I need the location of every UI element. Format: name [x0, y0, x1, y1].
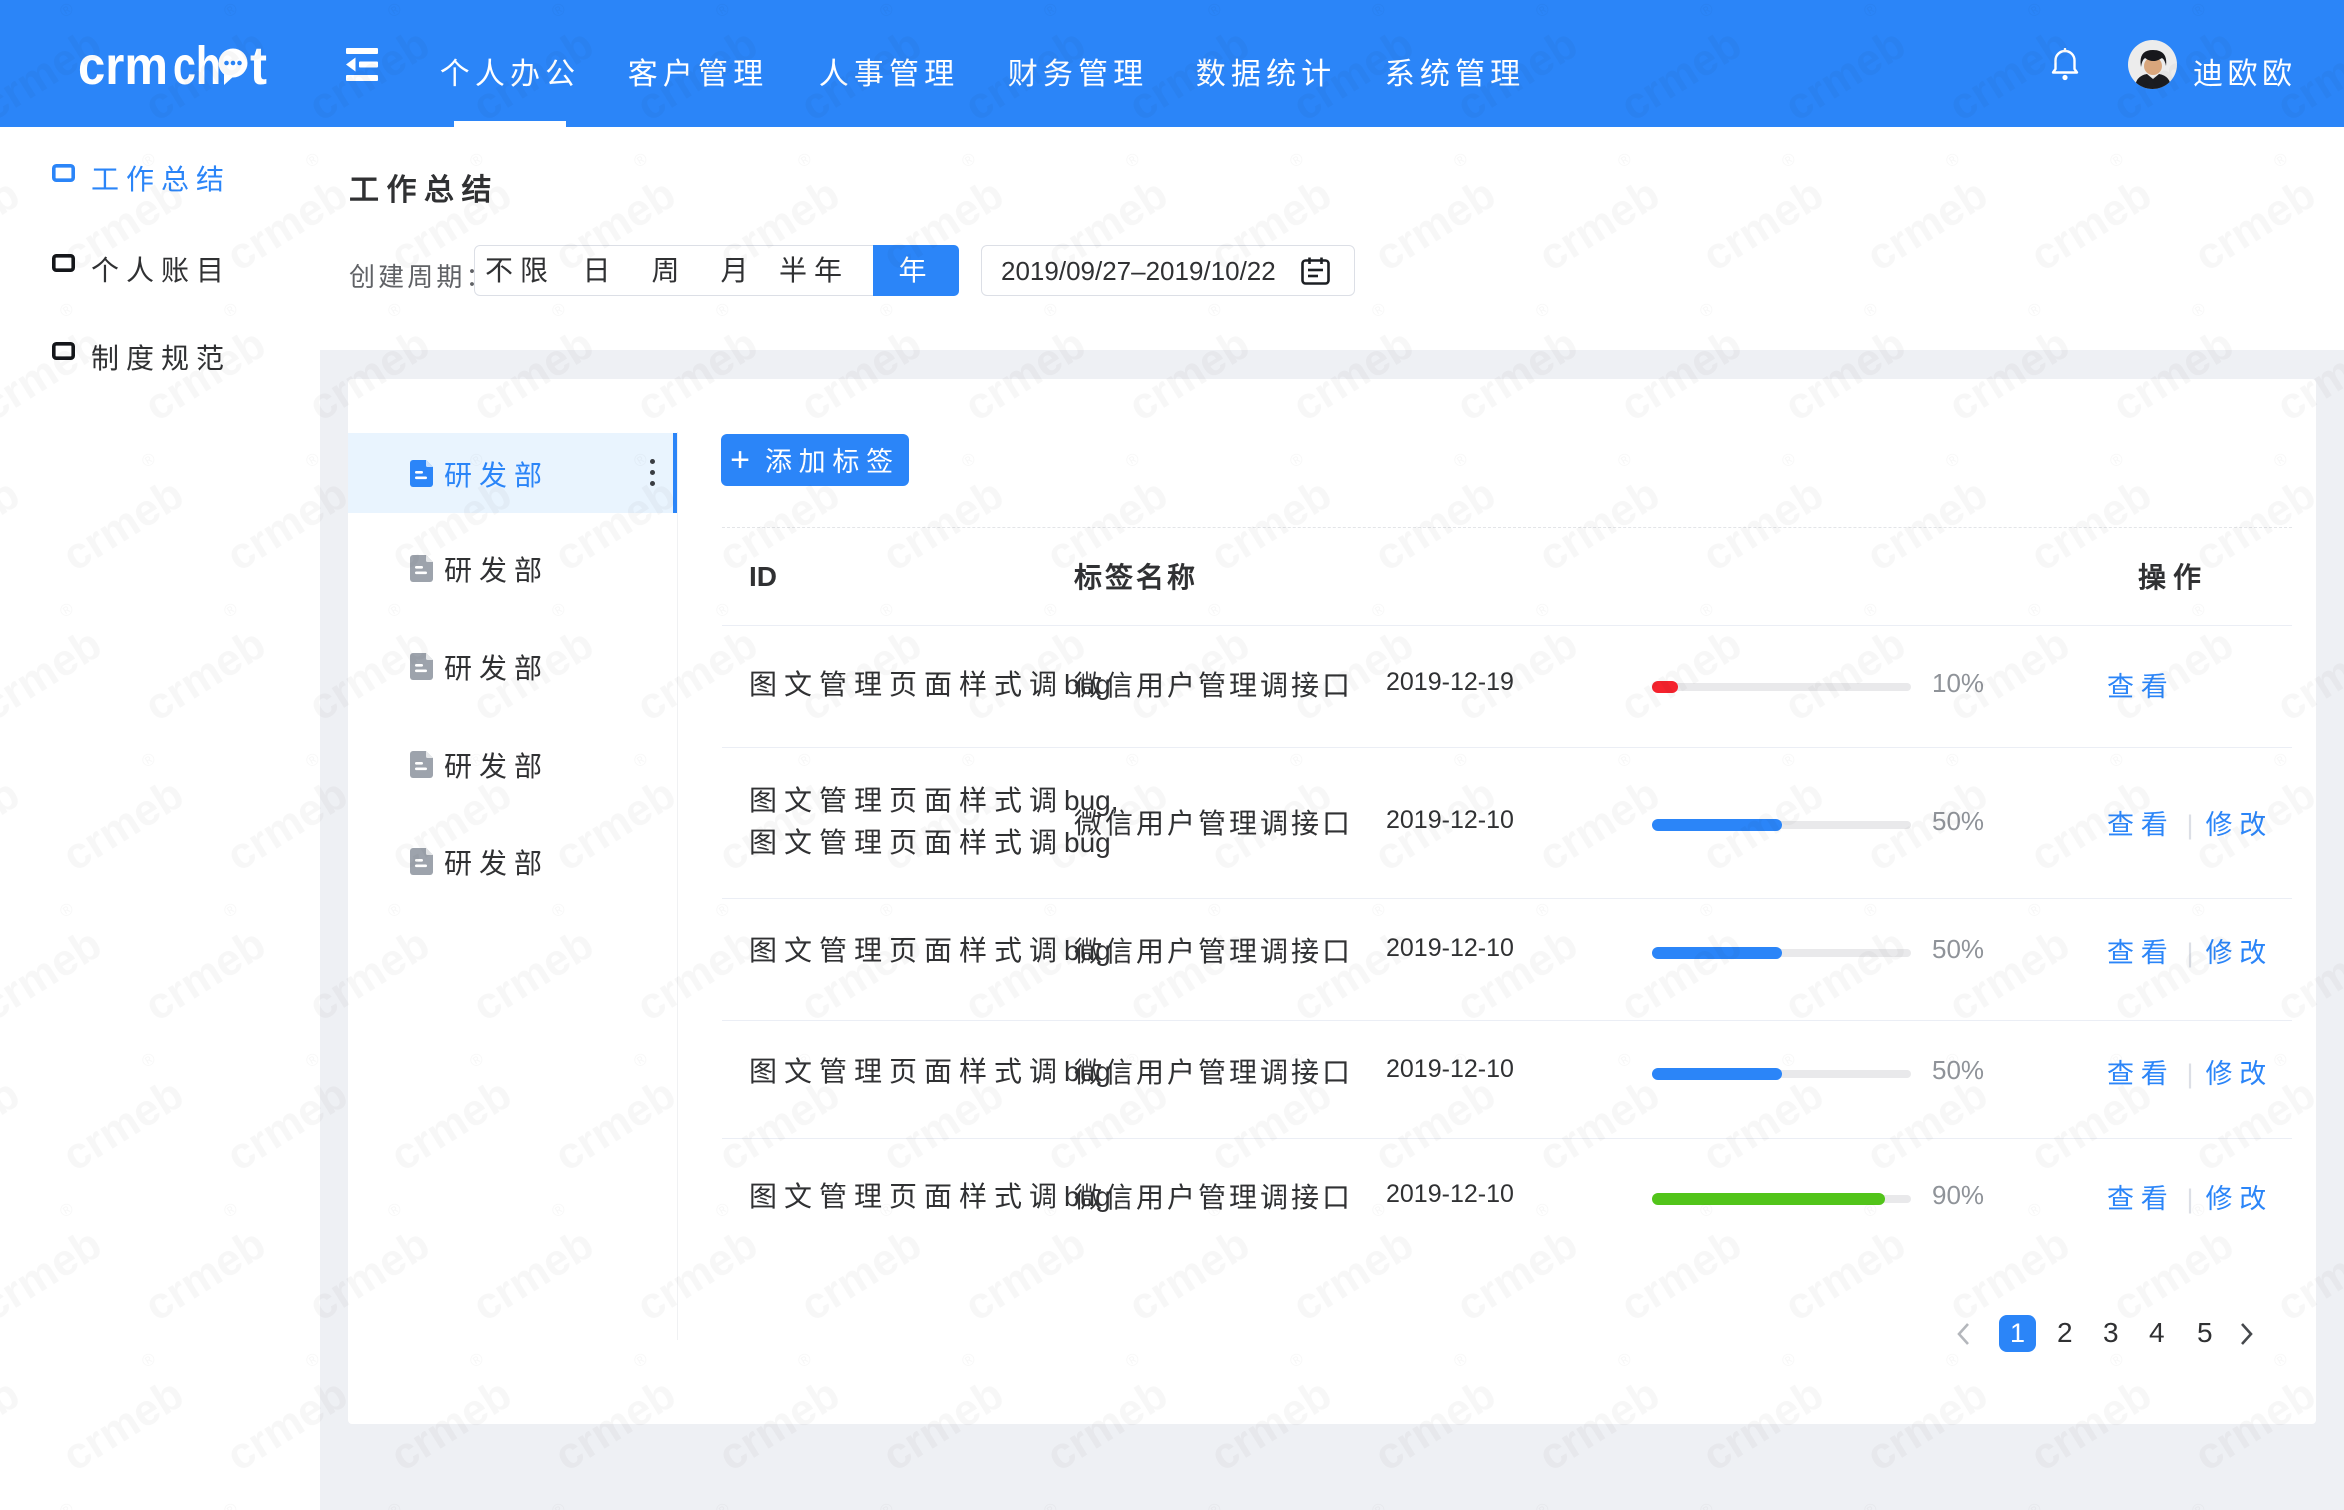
svg-text:crm: crm [78, 36, 168, 92]
svg-text:t: t [250, 36, 267, 92]
svg-text:ch: ch [173, 36, 221, 92]
